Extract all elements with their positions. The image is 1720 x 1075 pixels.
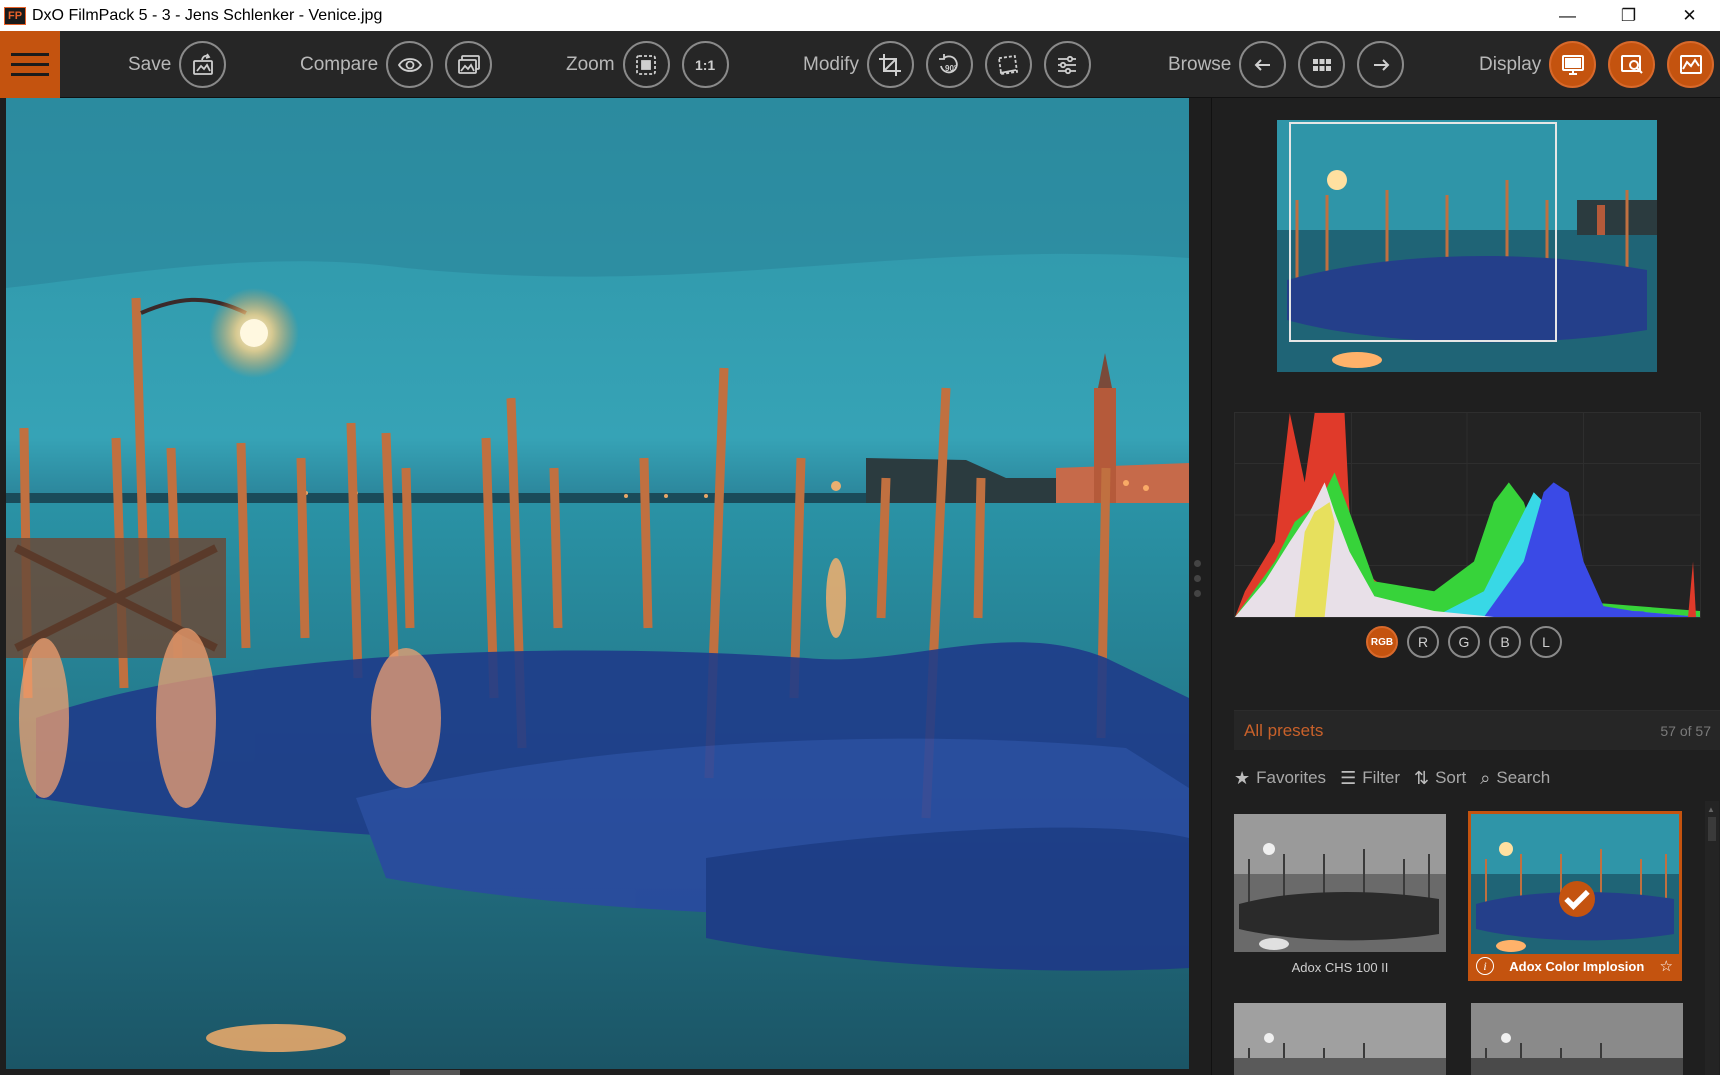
straighten-button[interactable] xyxy=(984,41,1032,88)
filter-button[interactable]: ☰ Filter xyxy=(1340,768,1400,789)
zoom-1-1-button[interactable]: 1:1 xyxy=(681,41,729,88)
save-label: Save xyxy=(128,53,172,75)
restore-button[interactable]: ❐ xyxy=(1598,0,1659,31)
sort-arrows-icon: ⇅ xyxy=(1413,767,1430,788)
app-logo-icon: FP xyxy=(4,6,26,25)
all-presets-dropdown[interactable]: All presets xyxy=(1244,721,1323,741)
preset-thumbnail-row2-right[interactable] xyxy=(1471,1003,1683,1075)
zoom-fit-button[interactable] xyxy=(622,41,670,88)
crop-button[interactable] xyxy=(866,41,914,88)
preset-thumbnail-adox-chs[interactable] xyxy=(1234,814,1446,952)
grid-icon xyxy=(1312,58,1331,71)
rotate-90-button[interactable]: 90° xyxy=(925,41,973,88)
rotate-icon: 90° xyxy=(939,53,959,73)
favorite-star-icon[interactable]: ☆ xyxy=(1660,957,1673,975)
info-icon[interactable]: i xyxy=(1476,957,1494,975)
star-icon: ★ xyxy=(1234,767,1251,788)
close-button[interactable]: ✕ xyxy=(1659,0,1720,31)
modify-label: Modify xyxy=(803,53,859,75)
rotate-label: 90° xyxy=(945,64,957,73)
sliders-icon xyxy=(1058,55,1077,74)
search-button[interactable]: ⌕ Search xyxy=(1480,768,1550,789)
images-icon xyxy=(457,54,480,74)
presets-scrollbar[interactable]: ▲ xyxy=(1705,801,1719,1075)
straighten-icon xyxy=(998,54,1019,75)
preset-bw-photo-3 xyxy=(1471,1003,1683,1075)
histogram-display-button[interactable] xyxy=(1667,41,1715,88)
favorites-button[interactable]: ★ Favorites xyxy=(1234,768,1326,789)
crop-icon xyxy=(879,53,902,76)
export-image-icon xyxy=(192,53,213,75)
venice-photo xyxy=(6,98,1189,1069)
zoom-group: Zoom 1:1 xyxy=(566,31,741,98)
next-image-button[interactable] xyxy=(1357,41,1405,88)
loupe-display-button[interactable] xyxy=(1608,41,1656,88)
list-icon: ☰ xyxy=(1340,767,1357,788)
monitor-icon xyxy=(1561,54,1584,75)
preset-bw-photo-2 xyxy=(1234,1003,1446,1075)
histogram-channel-selector: RGB R G B L xyxy=(1366,626,1562,658)
preset-tools-bar: ★ Favorites ☰ Filter ⇅ Sort ⌕ Search xyxy=(1234,763,1704,793)
histogram-green-button[interactable]: G xyxy=(1448,626,1480,658)
display-group: Display xyxy=(1479,31,1720,98)
histogram-red-button[interactable]: R xyxy=(1407,626,1439,658)
sort-label: Sort xyxy=(1435,768,1467,787)
save-group: Save xyxy=(128,31,238,98)
navigator-thumbnail[interactable] xyxy=(1277,120,1657,372)
presets-header: All presets 57 of 57 xyxy=(1234,710,1720,750)
preset-label: Adox CHS 100 II xyxy=(1291,960,1389,975)
adjustments-button[interactable] xyxy=(1043,41,1091,88)
preset-thumbnail-row2-left[interactable] xyxy=(1234,1003,1446,1075)
histogram-icon xyxy=(1679,54,1702,74)
fullscreen-display-button[interactable] xyxy=(1549,41,1597,88)
presets-count: 57 of 57 xyxy=(1660,723,1711,739)
arrow-right-icon xyxy=(1373,58,1390,71)
window-title: DxO FilmPack 5 - 3 - Jens Schlenker - Ve… xyxy=(32,6,383,24)
preset-caption: i Adox Color Implosion ☆ xyxy=(1471,954,1679,978)
grid-view-button[interactable] xyxy=(1298,41,1346,88)
scrollbar-thumb[interactable] xyxy=(1708,817,1716,841)
export-image-button[interactable] xyxy=(179,41,227,88)
eye-icon xyxy=(397,57,422,72)
preset-label-selected: Adox Color Implosion xyxy=(1509,958,1645,974)
hamburger-menu-button[interactable] xyxy=(0,31,60,98)
compare-label: Compare xyxy=(300,53,379,75)
compare-eye-button[interactable] xyxy=(386,41,434,88)
fit-screen-icon xyxy=(636,54,656,75)
zoom-label: Zoom xyxy=(566,53,615,75)
browse-group: Browse xyxy=(1168,31,1416,98)
magnifier-image-icon xyxy=(1620,54,1643,74)
preset-card-adox-color-implosion[interactable]: i Adox Color Implosion ☆ xyxy=(1468,811,1682,981)
main-toolbar: Save Compare Zoom 1:1 Modify 90° Browse … xyxy=(0,31,1720,98)
preset-bw-photo xyxy=(1234,814,1446,952)
modify-group: Modify 90° xyxy=(803,31,1103,98)
right-panel: RGB R G B L All presets 57 of 57 ★ Favor… xyxy=(1211,98,1720,1075)
main-photo-preview[interactable] xyxy=(6,98,1189,1069)
search-label: Search xyxy=(1496,768,1551,787)
horizontal-scrollbar[interactable] xyxy=(390,1070,460,1075)
search-icon: ⌕ xyxy=(1480,767,1491,788)
histogram-blue-button[interactable]: B xyxy=(1489,626,1521,658)
histogram-luminance-button[interactable]: L xyxy=(1530,626,1562,658)
previous-image-button[interactable] xyxy=(1239,41,1287,88)
display-label: Display xyxy=(1479,53,1542,75)
scroll-up-icon[interactable]: ▲ xyxy=(1707,805,1715,814)
browse-label: Browse xyxy=(1168,53,1232,75)
navigator-view-frame[interactable] xyxy=(1289,122,1557,342)
sort-button[interactable]: ⇅ Sort xyxy=(1414,768,1466,789)
histogram-rgb-button[interactable]: RGB xyxy=(1366,626,1398,658)
compare-images-button[interactable] xyxy=(445,41,493,88)
histogram-chart xyxy=(1234,412,1701,618)
panel-splitter-handle[interactable] xyxy=(1190,560,1204,610)
title-bar: FP DxO FilmPack 5 - 3 - Jens Schlenker -… xyxy=(0,0,1720,31)
selected-check-icon xyxy=(1559,881,1595,917)
favorites-label: Favorites xyxy=(1256,768,1327,787)
compare-group: Compare xyxy=(300,31,504,98)
arrow-left-icon xyxy=(1254,58,1270,71)
filter-label: Filter xyxy=(1362,768,1400,787)
minimize-button[interactable]: — xyxy=(1537,0,1598,31)
preset-thumbnail-adox-color-implosion xyxy=(1471,814,1679,954)
